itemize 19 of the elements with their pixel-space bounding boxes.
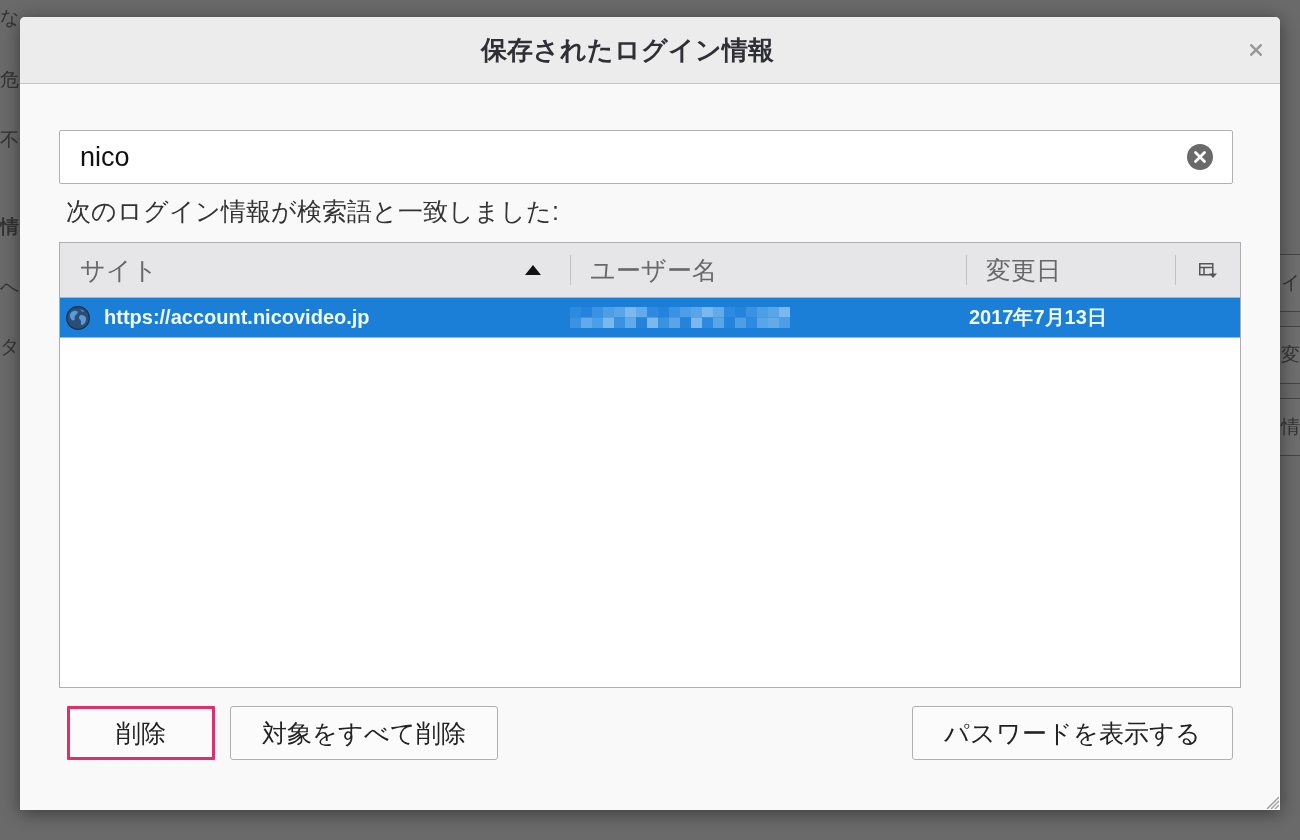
column-header[interactable]: サイト [60,243,570,297]
result-label: 次のログイン情報が検索語と一致しました: [65,196,559,226]
table-cell-text: 2017年7月13日 [969,305,1107,330]
column-header[interactable]: 変更日 [966,243,1175,297]
dialog-title: 保存されたログイン情報 [480,34,774,66]
table-cell: https://account.nicovideo.jp [104,306,370,329]
background-button[interactable]: イ [1280,254,1300,312]
delete-button[interactable]: 削除 [67,706,215,760]
background-button[interactable]: 変 [1280,326,1300,384]
search-field[interactable]: nico [59,130,1233,184]
column-header[interactable]: ユーザー名 [570,243,966,297]
clear-icon[interactable] [1187,144,1213,170]
column-picker-icon[interactable] [1198,262,1217,278]
table-row[interactable]: https://account.nicovideo.jp 2017年7月13日 [60,297,1240,338]
delete-all-button[interactable]: 対象をすべて削除 [230,706,498,760]
show-passwords-button[interactable]: パスワードを表示する [912,706,1233,760]
globe-icon [66,305,90,330]
resize-grip-icon[interactable] [1265,795,1279,809]
background-button[interactable]: 情 [1280,398,1300,456]
